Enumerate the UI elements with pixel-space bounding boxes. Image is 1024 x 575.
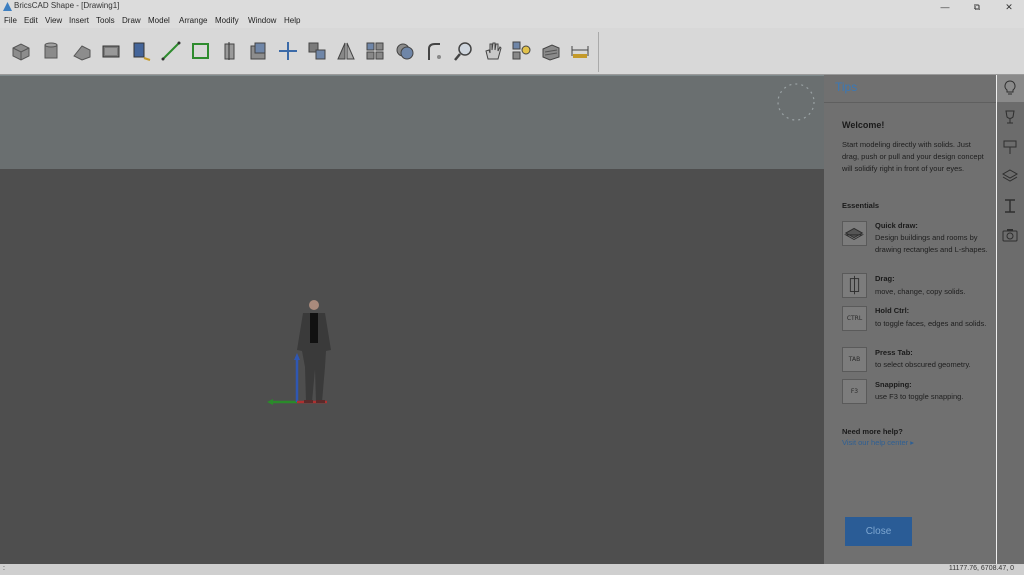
polysolid-icon[interactable] xyxy=(130,40,152,62)
minimize-button[interactable]: — xyxy=(930,0,960,14)
essentials-heading: Essentials xyxy=(842,201,880,210)
tips-title: Tips xyxy=(835,80,858,94)
drag-desc: move, change, copy solids. xyxy=(875,287,966,296)
lightbulb-icon[interactable] xyxy=(1002,80,1018,96)
trophy-icon[interactable] xyxy=(1002,109,1018,125)
line-icon[interactable] xyxy=(160,40,182,62)
lighting-icon[interactable] xyxy=(511,40,533,62)
close-window-button[interactable]: ✕ xyxy=(994,0,1024,14)
title-bar: BricsCAD Shape - [Drawing1] — ⧉ ✕ xyxy=(0,0,1024,14)
box-icon[interactable] xyxy=(10,40,32,62)
press-tab-title: Press Tab: xyxy=(875,348,913,357)
snapping-desc: use F3 to toggle snapping. xyxy=(875,392,964,401)
drag-title: Drag: xyxy=(875,274,895,283)
help-center-link[interactable]: Visit our help center ▸ xyxy=(842,438,914,447)
window-title: BricsCAD Shape - [Drawing1] xyxy=(14,1,120,10)
material-icon[interactable] xyxy=(540,40,562,62)
human-figure-icon[interactable] xyxy=(265,295,345,410)
side-panel-strip xyxy=(996,75,1024,564)
push-pull-icon[interactable] xyxy=(219,40,241,62)
press-tab-desc: to select obscured geometry. xyxy=(875,360,971,369)
hold-ctrl-desc: to toggle faces, edges and solids. xyxy=(875,319,987,328)
dimension-icon[interactable] xyxy=(569,40,591,62)
app-logo-icon xyxy=(3,2,12,11)
menu-window[interactable]: Window xyxy=(248,16,276,25)
extrude-icon[interactable] xyxy=(248,40,270,62)
hold-ctrl-title: Hold Ctrl: xyxy=(875,306,910,315)
snapping-title: Snapping: xyxy=(875,380,912,389)
menu-help[interactable]: Help xyxy=(284,16,300,25)
quick-draw-icon xyxy=(842,221,867,246)
menu-modify[interactable]: Modify xyxy=(215,16,239,25)
menu-view[interactable]: View xyxy=(45,16,62,25)
view-navigation-circle-icon[interactable] xyxy=(776,82,816,122)
f3-key-icon: F3 xyxy=(842,379,867,404)
menu-bar: File Edit View Insert Tools Draw Model A… xyxy=(0,14,1024,28)
toolbar xyxy=(0,28,1024,75)
rectangle-icon[interactable] xyxy=(100,40,122,62)
zoom-icon[interactable] xyxy=(453,40,475,62)
help-heading: Need more help? xyxy=(842,427,903,436)
menu-edit[interactable]: Edit xyxy=(24,16,38,25)
camera-icon[interactable] xyxy=(1002,227,1018,243)
wedge-icon[interactable] xyxy=(71,40,93,62)
quick-draw-desc: Design buildings and rooms by drawing re… xyxy=(875,233,988,254)
menu-tools[interactable]: Tools xyxy=(96,16,115,25)
tips-header: Tips xyxy=(824,75,996,103)
close-button[interactable]: Close xyxy=(845,517,912,546)
restore-button[interactable]: ⧉ xyxy=(962,0,992,14)
move-icon[interactable] xyxy=(277,40,299,62)
viewport-sky xyxy=(0,75,824,169)
tab-key-icon: TAB xyxy=(842,347,867,372)
welcome-heading: Welcome! xyxy=(842,120,885,130)
copy-icon[interactable] xyxy=(306,40,328,62)
polyline-icon[interactable] xyxy=(190,40,212,62)
ctrl-key-icon: CTRL xyxy=(842,306,867,331)
paint-roller-icon[interactable] xyxy=(1002,139,1018,155)
beam-icon[interactable] xyxy=(1002,198,1018,214)
menu-insert[interactable]: Insert xyxy=(69,16,89,25)
union-icon[interactable] xyxy=(394,40,416,62)
menu-draw[interactable]: Draw xyxy=(122,16,141,25)
toolbar-separator xyxy=(598,32,599,72)
drag-icon xyxy=(842,273,867,298)
layers-icon[interactable] xyxy=(1002,168,1018,184)
tips-panel: Tips Welcome! Start modeling directly wi… xyxy=(824,75,996,564)
status-bar: : 11177.76, 6708.47, 0 xyxy=(0,564,1024,575)
drawing-viewport[interactable] xyxy=(0,75,824,564)
coordinates-readout: 11177.76, 6708.47, 0 xyxy=(948,565,1014,572)
quick-draw-title: Quick draw: xyxy=(875,221,918,230)
menu-arrange[interactable]: Arrange xyxy=(179,16,207,25)
cylinder-icon[interactable] xyxy=(40,40,62,62)
menu-file[interactable]: File xyxy=(4,16,17,25)
array-icon[interactable] xyxy=(364,40,386,62)
mirror-icon[interactable] xyxy=(335,40,357,62)
pan-icon[interactable] xyxy=(482,40,504,62)
welcome-text: Start modeling directly with solids. Jus… xyxy=(842,140,984,173)
menu-model[interactable]: Model xyxy=(148,16,170,25)
command-line[interactable]: : xyxy=(3,565,5,572)
fillet-icon[interactable] xyxy=(424,40,446,62)
